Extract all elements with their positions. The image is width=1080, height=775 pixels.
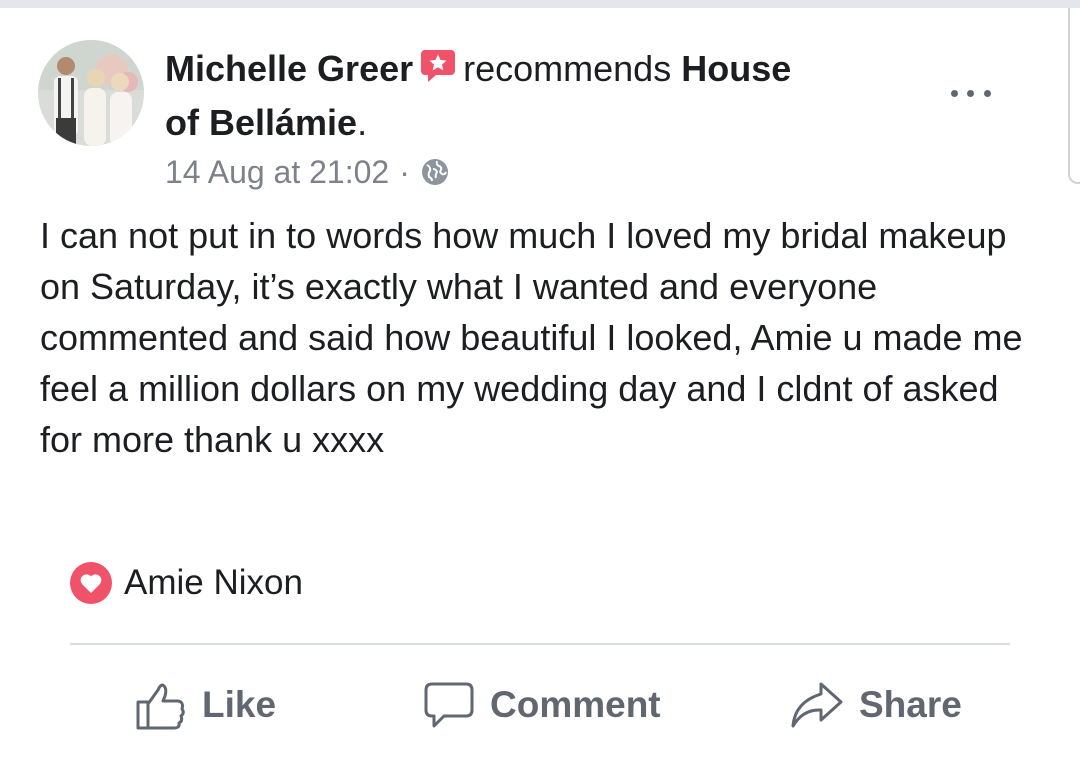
more-dot bbox=[967, 89, 975, 97]
reactions-summary[interactable]: Amie Nixon bbox=[70, 562, 303, 604]
adjacent-card-edge bbox=[1068, 8, 1080, 184]
share-label: Share bbox=[859, 684, 962, 725]
avatar[interactable] bbox=[38, 40, 144, 146]
avatar-photo bbox=[38, 40, 144, 146]
reaction-names: Amie Nixon bbox=[124, 563, 303, 602]
more-dot bbox=[950, 89, 958, 97]
comment-bubble-icon bbox=[424, 682, 474, 728]
like-button[interactable]: Like bbox=[134, 660, 276, 750]
more-options-icon[interactable] bbox=[946, 78, 996, 108]
thumbs-up-icon bbox=[136, 683, 185, 730]
like-label: Like bbox=[202, 684, 277, 725]
share-button[interactable]: Share bbox=[789, 660, 962, 750]
top-strip bbox=[0, 0, 1080, 8]
post-header: Michelle Greer recommends House of Bellámi… bbox=[165, 44, 885, 148]
page-name-line1[interactable]: House bbox=[681, 48, 791, 89]
actions-divider bbox=[70, 643, 1010, 645]
recommendation-icon bbox=[419, 47, 457, 98]
post-meta: 14 Aug at 21:02 · bbox=[165, 152, 450, 192]
comment-button[interactable]: Comment bbox=[422, 660, 661, 750]
header-period: . bbox=[357, 102, 368, 143]
share-arrow-icon bbox=[791, 682, 843, 728]
comment-label: Comment bbox=[490, 684, 661, 725]
meta-separator: · bbox=[399, 154, 410, 190]
post-timestamp[interactable]: 14 Aug at 21:02 bbox=[165, 152, 389, 192]
page-name-line2[interactable]: of Bellámie bbox=[165, 102, 357, 143]
heart-reaction-icon bbox=[70, 562, 112, 604]
globe-icon bbox=[420, 157, 450, 187]
recommends-verb: recommends bbox=[463, 48, 672, 89]
post-actions: Like Comment Share bbox=[0, 660, 1080, 750]
post-body: I can not put in to words how much I lov… bbox=[40, 215, 1023, 460]
author-name[interactable]: Michelle Greer bbox=[165, 48, 413, 89]
more-dot bbox=[984, 89, 992, 97]
